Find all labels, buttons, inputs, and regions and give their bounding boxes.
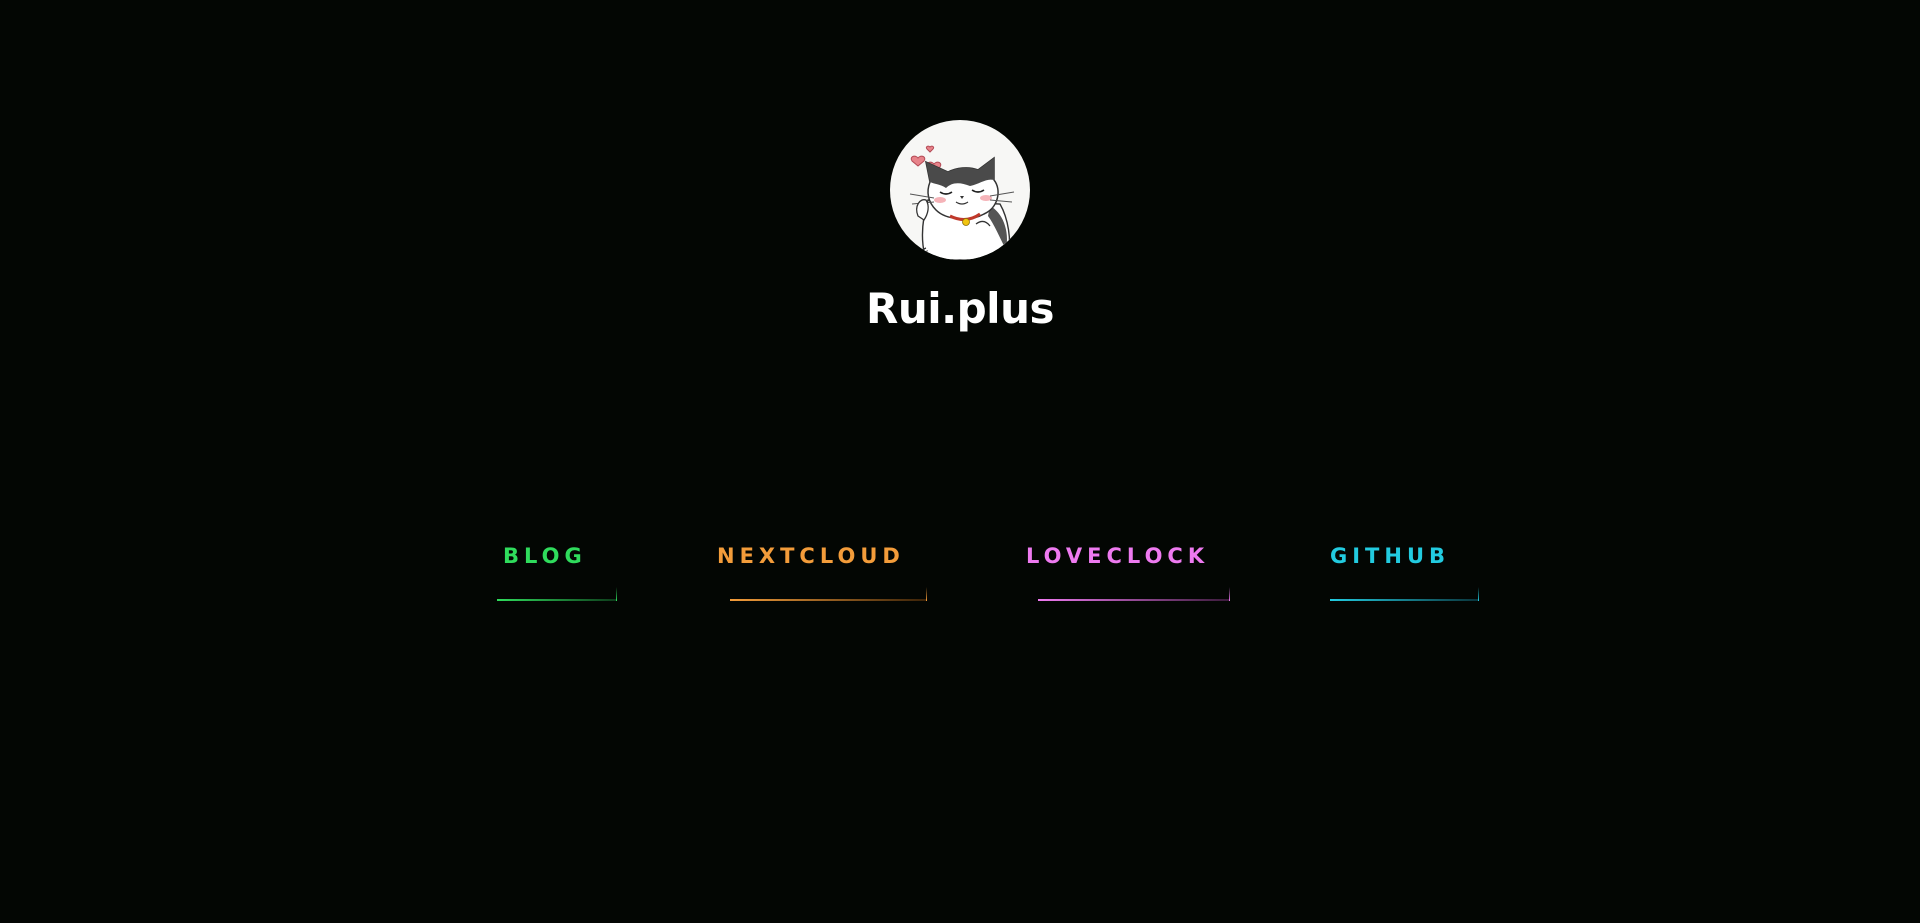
nav-link-nextcloud[interactable]: NEXTCLOUD (717, 544, 905, 568)
nav-link-blog[interactable]: BLOG (503, 544, 587, 568)
nav-underline-nextcloud (730, 587, 927, 601)
nav-underline-loveclock (1038, 587, 1230, 601)
nav-underline-blog (497, 587, 617, 601)
page: Rui.plus BLOG NEXTCLOUD LOVECLOCK GITHUB (0, 0, 1920, 923)
avatar[interactable] (890, 120, 1030, 260)
nav-link-loveclock[interactable]: LOVECLOCK (1026, 544, 1209, 568)
cat-with-hearts-icon (909, 145, 1015, 260)
site-title: Rui.plus (866, 284, 1054, 333)
nav-link-github[interactable]: GITHUB (1330, 544, 1450, 568)
nav-underline-github (1330, 587, 1479, 601)
